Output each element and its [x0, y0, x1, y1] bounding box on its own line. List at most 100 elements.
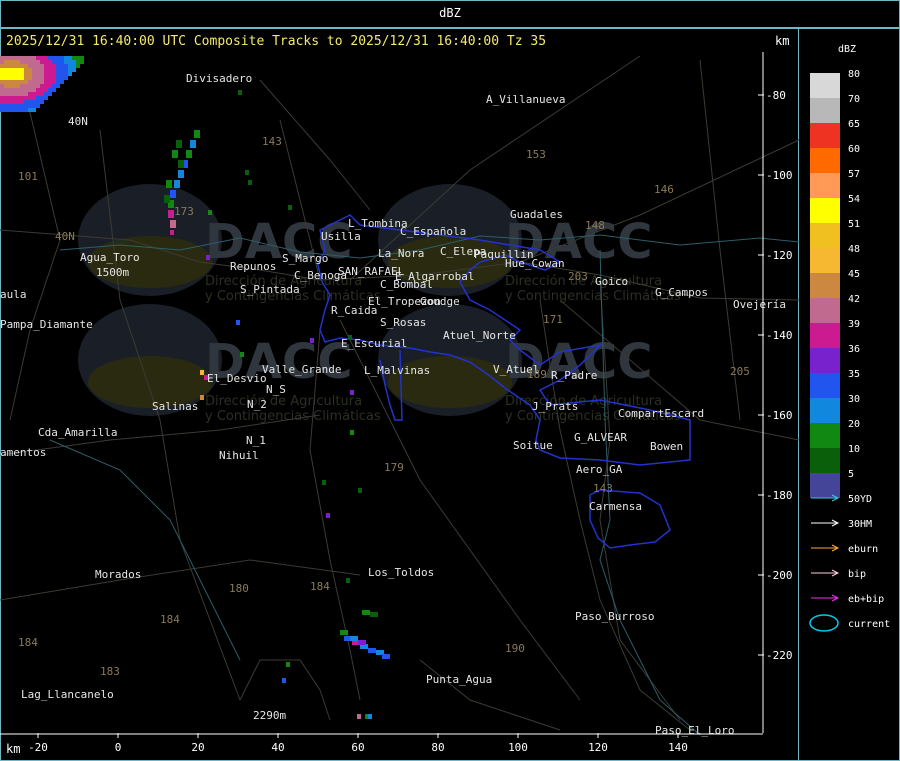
echo-pixel: [12, 108, 16, 112]
echo-pixel: [72, 68, 76, 72]
x-tick-label: 120: [588, 741, 608, 754]
echo-pixel: [16, 96, 20, 100]
y-tick-label: -220: [766, 649, 793, 662]
echo-pixel: [28, 88, 32, 92]
echo-pixel: [76, 56, 80, 60]
road-number: 171: [543, 313, 563, 326]
place-label: CompartEscard: [618, 407, 704, 420]
echo-pixel: [44, 92, 48, 96]
echo-pixel: [24, 88, 28, 92]
echo-pixel: [4, 104, 8, 108]
echo-pixel: [24, 64, 28, 68]
legend-color-swatch: [810, 323, 840, 348]
radar-map[interactable]: DACCDirección de Agriculturay Contingenc…: [0, 0, 900, 761]
x-tick-label: 140: [668, 741, 688, 754]
echo-pixel: [4, 92, 8, 96]
place-label: El_Desvio: [207, 372, 267, 385]
legend-color-swatch: [810, 123, 840, 148]
x-tick-label: -20: [28, 741, 48, 754]
echo-pixel: [32, 96, 36, 100]
echo-pixel: [16, 68, 20, 72]
echo-pixel: [72, 56, 76, 60]
echo-pixel: [8, 72, 12, 76]
x-tick-label: 80: [431, 741, 444, 754]
echo-pixel: [0, 88, 4, 92]
echo-pixel: [44, 76, 48, 80]
echo-pixel: [20, 60, 24, 64]
echo-pixel: [60, 60, 64, 64]
echo-pixel: [4, 64, 8, 68]
echo-pixel: [52, 84, 56, 88]
echo-pixel: [4, 76, 8, 80]
echo-pixel: [8, 68, 12, 72]
echo-pixel: [186, 150, 192, 158]
legend-color-swatch: [810, 473, 840, 498]
echo-pixel: [44, 96, 48, 100]
echo-pixel: [24, 104, 28, 108]
echo-pixel: [68, 60, 72, 64]
echo-pixel: [12, 56, 16, 60]
echo-pixel: [36, 60, 40, 64]
echo-pixel: [36, 88, 40, 92]
echo-pixel: [80, 60, 84, 64]
echo-pixel: [0, 76, 4, 80]
echo-pixel: [44, 84, 48, 88]
echo-pixel: [0, 80, 4, 84]
echo-pixel: [288, 205, 292, 210]
echo-pixel: [200, 370, 204, 375]
place-label: Guadales: [510, 208, 563, 221]
legend-color-swatch: [810, 98, 840, 123]
echo-pixel: [16, 80, 20, 84]
legend-color-swatch: [810, 348, 840, 373]
echo-pixel: [12, 84, 16, 88]
legend-value-label: 5: [848, 469, 854, 480]
road-number: 143: [262, 135, 282, 148]
echo-pixel: [32, 72, 36, 76]
echo-pixel: [16, 56, 20, 60]
echo-pixel: [166, 180, 172, 188]
echo-pixel: [20, 100, 24, 104]
echo-pixel: [358, 488, 362, 493]
echo-pixel: [12, 68, 16, 72]
echo-pixel: [12, 88, 16, 92]
place-label: Goudge: [420, 295, 460, 308]
road-number: 189: [527, 368, 547, 381]
place-label: Paso_Burroso: [575, 610, 654, 623]
echo-pixel: [248, 180, 252, 185]
place-label: Paso_El_Loro: [655, 724, 734, 737]
echo-pixel: [28, 84, 32, 88]
y-tick-label: -180: [766, 489, 793, 502]
legend-color-swatch: [810, 223, 840, 248]
legend-value-label: 30: [848, 394, 860, 405]
road-number: 184: [160, 613, 180, 626]
echo-pixel: [12, 96, 16, 100]
echo-pixel: [20, 72, 24, 76]
echo-pixel: [68, 68, 72, 72]
echo-pixel: [208, 210, 212, 215]
place-label: S_Margo: [282, 252, 328, 265]
echo-pixel: [8, 56, 12, 60]
echo-pixel: [4, 80, 8, 84]
legend-value-label: 65: [848, 119, 860, 130]
echo-pixel: [48, 60, 52, 64]
echo-pixel: [32, 76, 36, 80]
echo-pixel: [16, 92, 20, 96]
echo-pixel: [8, 108, 12, 112]
echo-pixel: [32, 92, 36, 96]
echo-pixel: [52, 72, 56, 76]
echo-pixel: [40, 96, 44, 100]
track-legend-label: 50YD: [848, 494, 872, 505]
echo-pixel: [56, 64, 60, 68]
echo-pixel: [36, 104, 40, 108]
echo-pixel: [0, 108, 4, 112]
echo-pixel: [68, 64, 72, 68]
echo-pixel: [0, 100, 4, 104]
echo-pixel: [40, 56, 44, 60]
echo-pixel: [164, 195, 170, 203]
echo-pixel: [240, 352, 244, 357]
place-label: R_Caida: [331, 304, 377, 317]
legend-color-swatch: [810, 198, 840, 223]
echo-pixel: [56, 76, 60, 80]
place-label: S_Rosas: [380, 316, 426, 329]
place-label: S_Pintada: [240, 283, 300, 296]
